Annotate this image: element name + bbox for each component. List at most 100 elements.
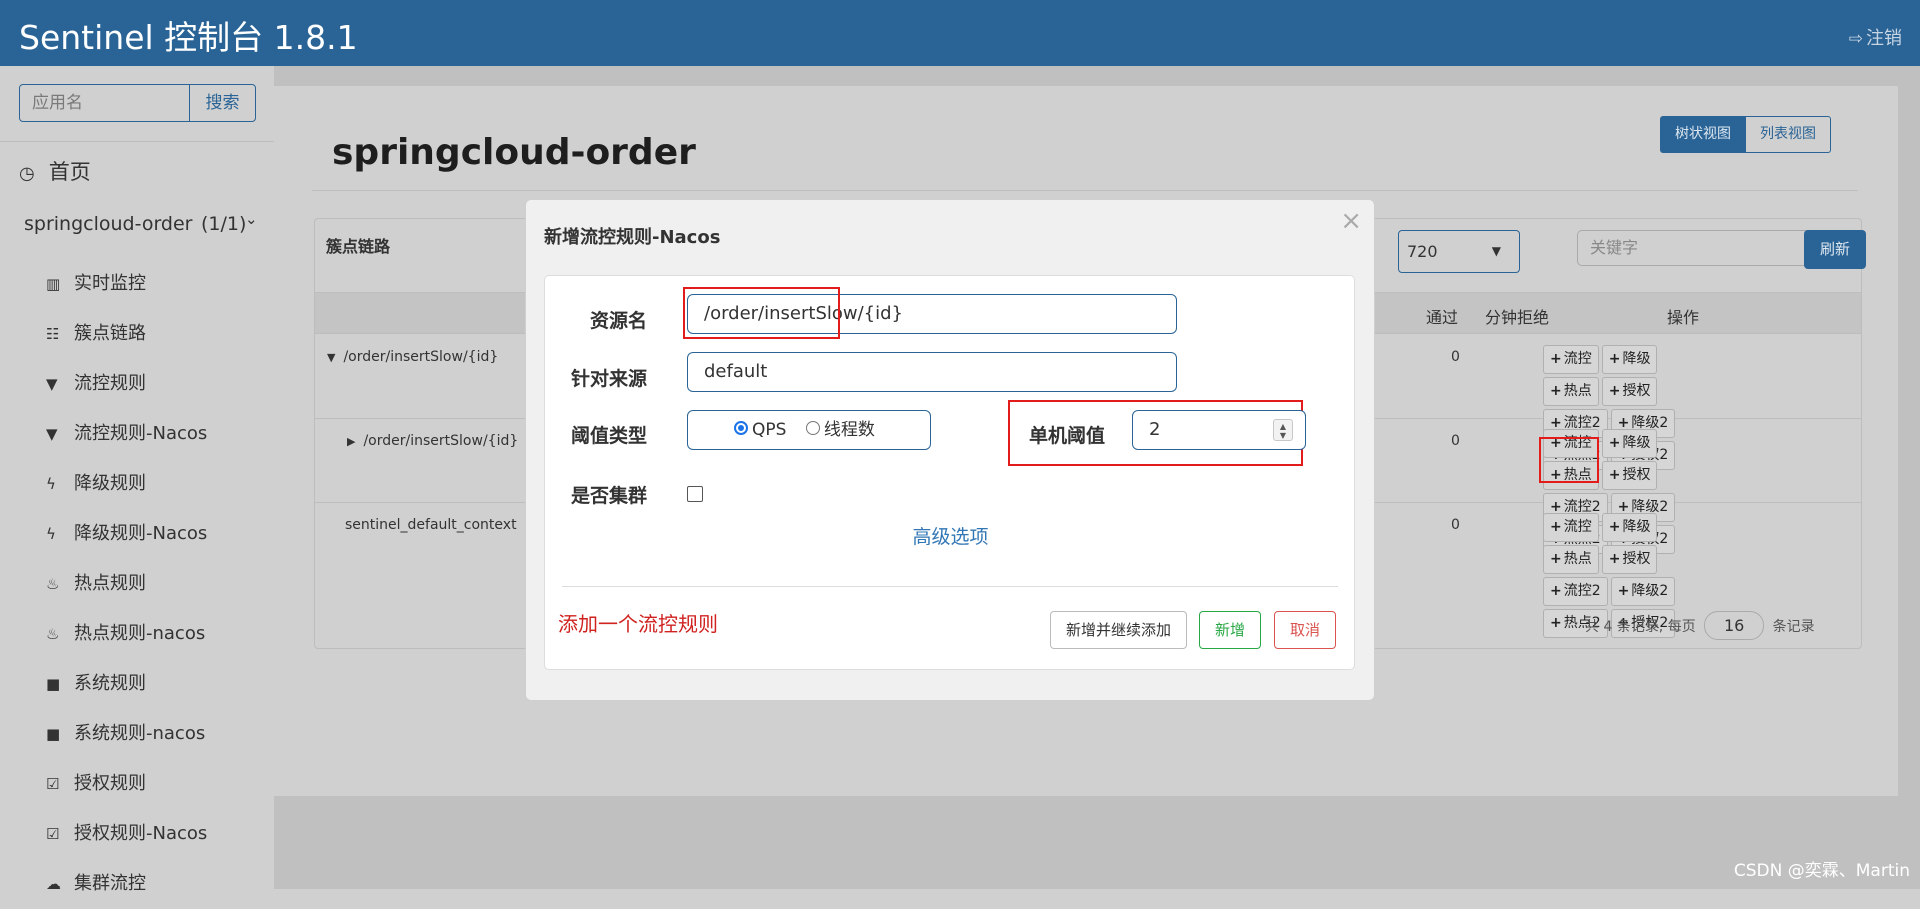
add-flow-rule-dialog: 新增流控规则-Nacos × 资源名 /order/insertSlow/{id… <box>525 199 1375 701</box>
sidebar-item[interactable]: ☑ 授权规则 <box>0 759 274 809</box>
sidebar-menu: ▥ 实时监控 ☷ 簇点链路 ▼ 流控规则 ▼ 流控规则-Nacos ϟ 降级规则 ϟ 降级规则-Nac… <box>0 259 274 909</box>
row-action-button[interactable]: + 降级 <box>1601 513 1658 542</box>
sidebar-item[interactable]: ▼ 流控规则-Nacos <box>0 409 274 459</box>
bar-chart-icon: ▥ <box>46 275 61 293</box>
row-action-button[interactable]: + 降级2 <box>1610 577 1676 606</box>
sidebar-item[interactable]: ϟ 降级规则 <box>0 459 274 509</box>
threshold-label: 单机阈值 <box>1029 425 1106 447</box>
page-title: springcloud-order <box>332 132 696 173</box>
sidebar-item-label: 流控规则-Nacos <box>74 423 208 444</box>
sidebar-item[interactable]: ■ 系统规则-nacos <box>0 709 274 759</box>
add-button[interactable]: 新增 <box>1199 611 1261 649</box>
resource-name[interactable]: sentinel_default_context <box>345 517 517 533</box>
plus-icon: + <box>1550 583 1562 599</box>
sidebar-item[interactable]: ♨ 热点规则-nacos <box>0 609 274 659</box>
logout-label: 注销 <box>1866 28 1902 49</box>
sidebar-item-label: 簇点链路 <box>74 323 146 344</box>
reject-count: 0 <box>1451 349 1460 365</box>
table-title: 簇点链路 <box>326 237 391 256</box>
check-square-icon: ☑ <box>46 825 60 843</box>
expand-icon[interactable]: ▼ <box>327 351 335 364</box>
sidebar-item[interactable]: ☁ 集群流控 <box>0 859 274 909</box>
threshold-value: 2 <box>1149 419 1161 440</box>
add-and-continue-button[interactable]: 新增并继续添加 <box>1050 611 1187 649</box>
app-selector[interactable]: springcloud-order (1/1) ⌄ <box>24 210 260 235</box>
row-action-button[interactable]: + 授权 <box>1601 461 1658 490</box>
qps-radio[interactable]: QPS <box>734 420 786 440</box>
spinner-icon[interactable]: ▲ ▼ <box>1273 419 1293 441</box>
threshold-input[interactable]: 2 ▲ ▼ <box>1132 410 1306 450</box>
advanced-options-link[interactable]: 高级选项 <box>545 522 1356 549</box>
dashboard-icon: ◷ <box>19 163 35 184</box>
close-icon[interactable]: × <box>1340 206 1362 236</box>
lock-icon: ■ <box>46 725 61 743</box>
plus-icon: + <box>1550 383 1562 399</box>
plus-icon: + <box>1617 583 1630 599</box>
plus-icon: + <box>1550 551 1562 567</box>
sidebar-item-label: 系统规则-nacos <box>74 723 206 744</box>
form-divider <box>562 586 1338 587</box>
threshold-type-label: 阈值类型 <box>571 425 648 447</box>
resource-name[interactable]: ▼/order/insertSlow/{id} <box>327 349 498 365</box>
row-action-button[interactable]: + 流控 <box>1543 345 1599 374</box>
sidebar-item-home[interactable]: ◷ 首页 <box>19 156 91 186</box>
threshold-type-group: QPS 线程数 <box>687 410 931 450</box>
row-action-button[interactable]: + 流控 <box>1543 513 1599 542</box>
machine-select[interactable]: 720 ▼ <box>1398 230 1520 273</box>
dialog-title: 新增流控规则-Nacos <box>544 227 721 248</box>
resource-name[interactable]: ▶/order/insertSlow/{id} <box>347 433 518 449</box>
filter-icon: ▼ <box>46 375 58 393</box>
sidebar-item[interactable]: ▼ 流控规则 <box>0 359 274 409</box>
pager-prefix: 共 4 条记录, 每页 <box>1585 619 1696 635</box>
refresh-button[interactable]: 刷新 <box>1804 230 1866 269</box>
row-action-button[interactable]: + 热点 <box>1543 545 1599 574</box>
row-action-button[interactable]: + 降级 <box>1601 429 1658 458</box>
origin-label: 针对来源 <box>571 368 648 390</box>
sidebar-item-label: 实时监控 <box>74 273 146 294</box>
cluster-checkbox[interactable] <box>687 486 703 502</box>
sidebar-item[interactable]: ▥ 实时监控 <box>0 259 274 309</box>
sidebar-item[interactable]: ♨ 热点规则 <box>0 559 274 609</box>
brand-title[interactable]: Sentinel 控制台 1.8.1 <box>19 11 358 59</box>
sidebar-item-label: 系统规则 <box>74 673 146 694</box>
list-view-button[interactable]: 列表视图 <box>1746 116 1831 153</box>
row-action-button[interactable]: + 热点 <box>1543 377 1599 406</box>
tree-view-button[interactable]: 树状视图 <box>1660 116 1746 153</box>
origin-input[interactable]: default <box>687 352 1177 392</box>
row-action-button[interactable]: + 授权 <box>1601 545 1658 574</box>
app-name: springcloud-order <box>24 213 193 235</box>
sign-out-icon: ⇨ <box>1848 29 1863 49</box>
keyword-input[interactable]: 关键字 <box>1577 230 1826 266</box>
page-size-input[interactable]: 16 <box>1704 611 1765 640</box>
resource-label: 资源名 <box>590 310 648 332</box>
col-reject: 分钟拒绝 <box>1485 308 1550 327</box>
row-action-button[interactable]: + 降级 <box>1601 345 1658 374</box>
sidebar-item-label: 集群流控 <box>74 873 146 894</box>
top-navbar: Sentinel 控制台 1.8.1 ⇨ 注销 <box>0 0 1920 66</box>
expand-icon[interactable]: ▶ <box>347 435 355 448</box>
cancel-button[interactable]: 取消 <box>1274 611 1336 649</box>
sidebar-item-label: 热点规则 <box>74 573 146 594</box>
sidebar-item-label: 首页 <box>48 160 91 184</box>
row-action-button[interactable]: + 流控2 <box>1543 577 1608 606</box>
sidebar-divider <box>0 141 274 142</box>
plus-icon: + <box>1550 351 1562 367</box>
caret-down-icon: ▼ <box>1491 244 1501 258</box>
app-search-button[interactable]: 搜索 <box>189 84 256 122</box>
reject-count: 0 <box>1451 433 1460 449</box>
sidebar-item[interactable]: ☑ 授权规则-Nacos <box>0 809 274 859</box>
sidebar-item-label: 授权规则 <box>74 773 146 794</box>
view-toggle: 树状视图 列表视图 <box>1660 116 1831 153</box>
chevron-down-icon: ⌄ <box>245 210 258 228</box>
sidebar-item[interactable]: ☷ 簇点链路 <box>0 309 274 359</box>
col-pass: 通过 <box>1426 308 1459 327</box>
row-action-button[interactable]: + 授权 <box>1601 377 1658 406</box>
threads-radio[interactable]: 线程数 <box>805 420 875 440</box>
sidebar: 搜索 ◷ 首页 springcloud-order (1/1) ⌄ ▥ 实时监控 ☷ 簇… <box>0 66 274 894</box>
highlight-flow2-button <box>1539 437 1599 483</box>
plus-icon: + <box>1550 615 1562 631</box>
sidebar-item[interactable]: ■ 系统规则 <box>0 659 274 709</box>
app-search-input[interactable] <box>19 84 190 122</box>
logout-link[interactable]: ⇨ 注销 <box>1849 24 1902 50</box>
sidebar-item[interactable]: ϟ 降级规则-Nacos <box>0 509 274 559</box>
